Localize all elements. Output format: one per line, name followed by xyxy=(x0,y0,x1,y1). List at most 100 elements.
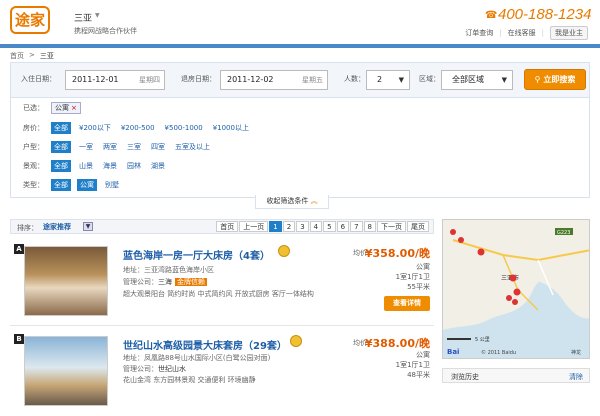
filter-option[interactable]: 湖景 xyxy=(149,160,167,172)
checkout-date-input[interactable]: 2011-12-02 星期五 xyxy=(220,70,328,90)
page-number[interactable]: 6 xyxy=(336,221,350,232)
filter-option[interactable]: 一室 xyxy=(77,141,95,153)
nav-bar xyxy=(0,44,600,48)
pagination: 首页 上一页 1 2 3 4 5 6 7 8 下一页 尾页 xyxy=(216,221,429,232)
page-number[interactable]: 8 xyxy=(363,221,376,232)
sort-select[interactable]: 途家推荐 xyxy=(43,222,71,232)
filter-option[interactable]: 全部 xyxy=(51,179,71,191)
chosen-tag-label: 公寓 xyxy=(55,104,69,112)
filter-option[interactable]: ¥1000以上 xyxy=(211,122,251,134)
chevron-down-icon[interactable]: ▼ xyxy=(83,222,93,231)
collapse-filters-button[interactable]: 收起筛选条件 ︽ xyxy=(255,195,329,209)
page-first[interactable]: 首页 xyxy=(216,221,239,232)
close-icon[interactable]: × xyxy=(71,104,77,112)
filter-row-type: 类型： 全部 公寓 别墅 xyxy=(23,179,121,191)
clear-history-link[interactable]: 清除 xyxy=(569,372,583,382)
page-number[interactable]: 4 xyxy=(309,221,323,232)
search-panel: 入住日期： 2011-12-01 星期四 退房日期： 2011-12-02 星期… xyxy=(10,62,590,98)
page-number[interactable]: 3 xyxy=(296,221,309,232)
list-toolbar: 排序： 途家推荐 ▼ 首页 上一页 1 2 3 4 5 6 7 8 下一页 尾页 xyxy=(10,219,434,234)
map-marker[interactable] xyxy=(477,248,485,256)
filter-option[interactable]: ¥500-1000 xyxy=(163,123,205,133)
map-marker[interactable] xyxy=(512,299,518,305)
filter-option[interactable]: 两室 xyxy=(101,141,119,153)
map-marker[interactable] xyxy=(506,295,512,301)
listing-rooms: 1室1厅1卫 xyxy=(395,273,430,281)
page-prev[interactable]: 上一页 xyxy=(239,221,269,232)
map-marker[interactable] xyxy=(458,237,464,243)
collapse-label: 收起筛选条件 xyxy=(266,197,309,205)
filter-option[interactable]: 全部 xyxy=(51,160,71,172)
filter-option[interactable]: 海景 xyxy=(101,160,119,172)
map-marker[interactable] xyxy=(450,229,456,235)
filter-option[interactable]: 全部 xyxy=(51,141,71,153)
filter-option[interactable]: 四室 xyxy=(149,141,167,153)
manager-label: 管理公司： xyxy=(123,365,158,373)
listing-title[interactable]: 世纪山水高级园景大床套房（29套） xyxy=(123,337,287,352)
area-label: 区域： xyxy=(419,75,440,83)
filter-key: 户型： xyxy=(23,143,44,151)
page-number[interactable]: 7 xyxy=(350,221,363,232)
chosen-tag[interactable]: 公寓 × xyxy=(51,102,81,114)
search-button[interactable]: ⚲ 立即搜索 xyxy=(524,69,586,90)
listing-photo[interactable] xyxy=(24,336,108,406)
checkin-date-input[interactable]: 2011-12-01 星期四 xyxy=(65,70,165,90)
filter-option[interactable]: 园林 xyxy=(125,160,143,172)
people-label: 人数： xyxy=(344,75,365,83)
checkin-value: 2011-12-01 xyxy=(72,75,119,84)
manager-label: 管理公司： xyxy=(123,278,158,286)
filter-option[interactable]: 三室 xyxy=(125,141,143,153)
map[interactable]: G223 三亚市 5 公里 Bai © 2011 Baidu 神龙 xyxy=(442,219,590,359)
owner-button[interactable]: 我是业主 xyxy=(550,26,588,40)
people-select[interactable]: 2 ▼ xyxy=(366,70,410,90)
area-select[interactable]: 全部区域 ▼ xyxy=(441,70,513,90)
filter-panel: 已选： 公寓 × 房价： 全部 ¥200以下 ¥200-500 ¥500-1000… xyxy=(10,98,590,198)
chevron-down-icon: ▼ xyxy=(398,76,404,84)
filter-option[interactable]: 五室及以上 xyxy=(173,141,212,153)
filter-option[interactable]: 别墅 xyxy=(103,179,121,191)
filter-option[interactable]: 山景 xyxy=(77,160,95,172)
phone-number: 400-188-1234 xyxy=(498,6,592,23)
filter-row-price: 房价： 全部 ¥200以下 ¥200-500 ¥500-1000 ¥1000以上 xyxy=(23,122,251,134)
chosen-label: 已选： xyxy=(23,104,44,112)
scale-bar xyxy=(447,338,471,340)
filter-option[interactable]: 全部 xyxy=(51,122,71,134)
listing-type: 公寓 xyxy=(416,351,430,359)
manager-name: 世纪山水 xyxy=(158,365,186,373)
map-marker[interactable] xyxy=(509,274,517,282)
page-number[interactable]: 1 xyxy=(269,221,282,232)
online-service-link[interactable]: 在线客服 xyxy=(508,28,536,38)
filter-key: 类型： xyxy=(23,181,44,189)
view-detail-button[interactable]: 查看详情 xyxy=(384,296,430,311)
breadcrumb-separator: > xyxy=(29,51,35,59)
filter-option[interactable]: ¥200以下 xyxy=(77,122,113,134)
marker-badge: B xyxy=(14,334,24,344)
chevron-down-icon: ▼ xyxy=(501,76,507,84)
logo[interactable]: 途家 xyxy=(10,6,50,34)
manager-name: 三海 xyxy=(158,278,172,286)
breadcrumb-home[interactable]: 首页 xyxy=(10,51,24,61)
page-last[interactable]: 尾页 xyxy=(407,221,429,232)
chevron-down-icon[interactable]: ▼ xyxy=(95,12,100,19)
filter-option[interactable]: ¥200-500 xyxy=(119,123,157,133)
area-value: 全部区域 xyxy=(452,75,484,84)
filter-option[interactable]: 公寓 xyxy=(77,179,97,191)
listing-photo[interactable] xyxy=(24,246,108,316)
phone-icon: ☎ xyxy=(485,10,498,21)
list-item: A 蓝色海岸一房一厅大床房（4套） 地址：三亚湾路蓝色海岸小区 管理公司：三海金… xyxy=(10,238,434,326)
page-number[interactable]: 2 xyxy=(282,221,296,232)
map-copyright: © 2011 Baidu xyxy=(481,349,516,356)
scale-label: 5 公里 xyxy=(475,337,490,343)
medal-icon xyxy=(290,335,302,347)
checkout-value: 2011-12-02 xyxy=(227,75,274,84)
listing-title[interactable]: 蓝色海岸一房一厅大床房（4套） xyxy=(123,247,270,262)
page-next[interactable]: 下一页 xyxy=(377,221,406,232)
page-number[interactable]: 5 xyxy=(323,221,336,232)
order-query-link[interactable]: 订单查询 xyxy=(465,28,493,38)
city-selector[interactable]: 三亚 xyxy=(74,11,92,24)
history-title: 浏览历史 xyxy=(451,373,479,381)
chevron-up-icon: ︽ xyxy=(310,197,318,205)
checkin-label: 入住日期： xyxy=(21,75,56,83)
map-marker[interactable] xyxy=(513,288,521,296)
checkout-label: 退房日期： xyxy=(181,75,216,83)
